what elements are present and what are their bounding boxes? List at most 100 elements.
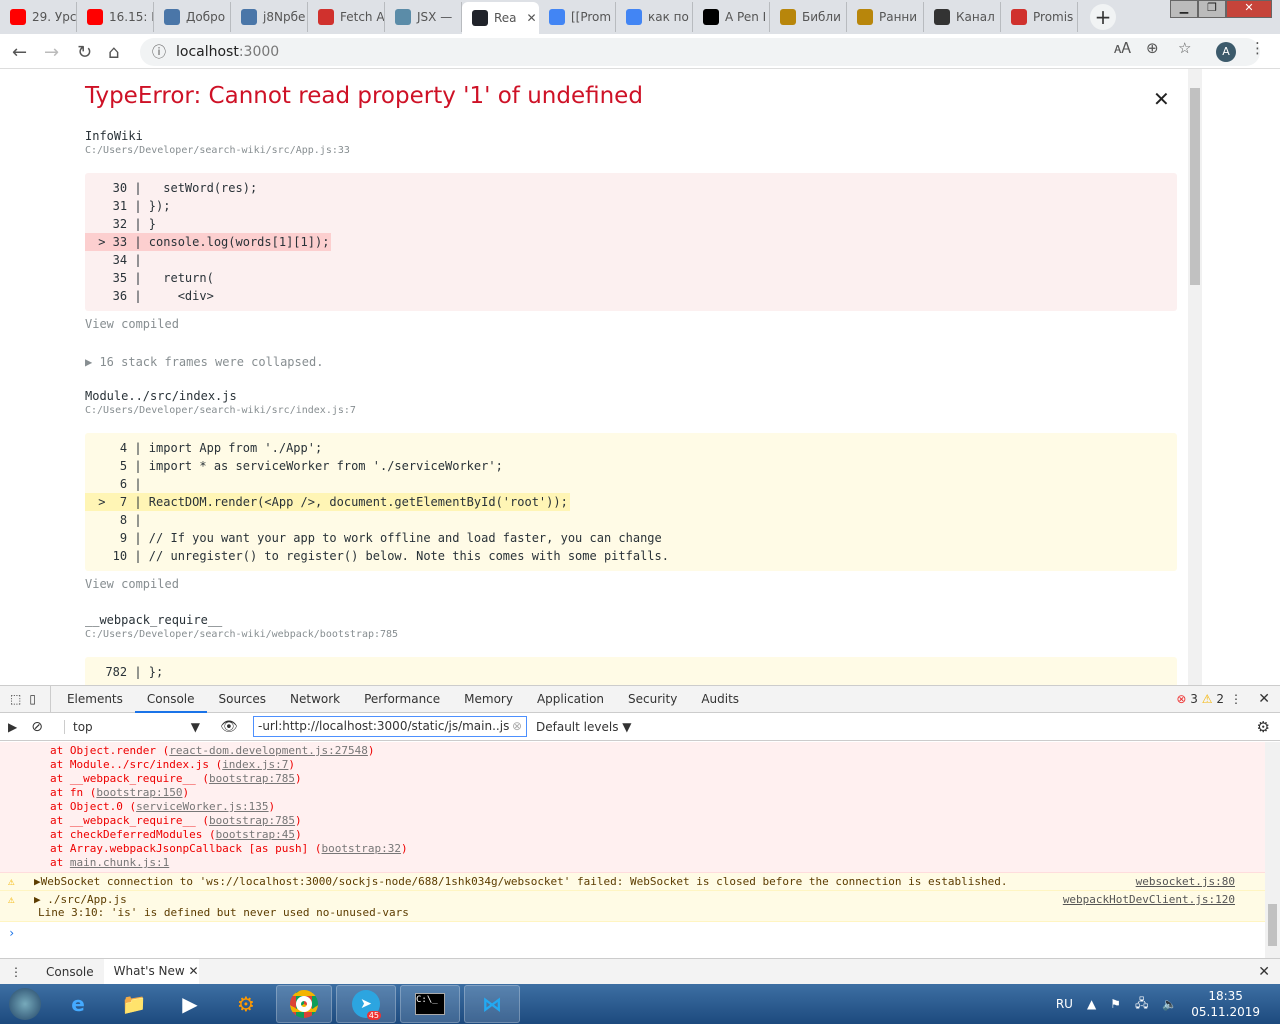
browser-tab[interactable]: A Pen I — [693, 2, 770, 32]
explorer-icon[interactable]: 📁 — [106, 985, 162, 1023]
browser-tab[interactable]: Rea ✕ — [462, 2, 539, 34]
start-button[interactable] — [0, 985, 50, 1023]
home-icon[interactable]: ⌂ — [108, 42, 119, 63]
browser-tab[interactable]: [[Prom — [539, 2, 616, 32]
context-select[interactable]: top ▼ — [64, 719, 204, 734]
bookmark-star-icon[interactable]: ☆ — [1178, 39, 1191, 57]
media-player-icon[interactable]: ▶ — [162, 985, 218, 1023]
warning-source-link[interactable]: webpackHotDevClient.js:120 — [1063, 893, 1235, 906]
issue-counts[interactable]: ⊗ 3 ⚠ 2 — [1176, 692, 1224, 706]
stack-source-link[interactable]: bootstrap:32 — [322, 842, 401, 855]
stack-source-link[interactable]: index.js:7 — [222, 758, 288, 771]
sidebar-toggle-icon[interactable]: ▶ — [8, 720, 17, 734]
terminal-icon[interactable]: C:\_ — [400, 985, 460, 1023]
zoom-icon[interactable]: ⊕ — [1146, 39, 1159, 57]
code-line: 31 | }); — [91, 199, 171, 213]
tab-title: Rea — [494, 11, 517, 25]
stack-source-link[interactable]: bootstrap:785 — [209, 814, 295, 827]
console-warning[interactable]: ⚠ ▶ ./src/App.js Line 3:10: 'is' is define… — [0, 891, 1265, 922]
frame-file-path[interactable]: C:/Users/Developer/search-wiki/webpack/b… — [85, 629, 398, 640]
reload-icon[interactable]: ↻ — [77, 42, 92, 63]
clear-console-icon[interactable]: ⊘ — [31, 719, 43, 735]
frame-file-path[interactable]: C:/Users/Developer/search-wiki/src/index… — [85, 405, 356, 416]
collapsed-frames-toggle[interactable]: ▶ 16 stack frames were collapsed. — [85, 355, 323, 369]
log-levels-dropdown[interactable]: Default levels ▼ — [536, 720, 632, 734]
devtools-menu-icon[interactable]: ⋮ — [1230, 692, 1242, 706]
chrome-icon[interactable] — [276, 985, 332, 1023]
device-toolbar-icon[interactable]: ▯ — [29, 692, 36, 706]
devtools-tab-network[interactable]: Network — [278, 686, 352, 713]
telegram-icon[interactable]: ➤ 45 — [336, 985, 396, 1023]
url-bar[interactable]: ⓘ localhost:3000 — [140, 38, 1260, 66]
clock-date: 05.11.2019 — [1191, 1005, 1260, 1019]
minimize-button[interactable]: ▁ — [1170, 0, 1198, 18]
language-indicator[interactable]: RU — [1056, 997, 1073, 1011]
inspect-icon[interactable]: ⬚ — [10, 692, 21, 706]
close-tab-icon[interactable]: ✕ — [527, 11, 537, 25]
devtools-tab-elements[interactable]: Elements — [55, 686, 135, 713]
tab-title: Promis — [1033, 10, 1074, 24]
browser-tab[interactable]: 16.15: I — [77, 2, 154, 32]
stack-source-link[interactable]: serviceWorker.js:135 — [136, 800, 268, 813]
stack-text: at Array.webpackJsonpCallback [as push] … — [50, 842, 322, 855]
profile-avatar[interactable]: A — [1216, 42, 1236, 62]
view-compiled-link[interactable]: View compiled — [85, 317, 179, 331]
drawer-tab-whats-new[interactable]: What's New ✕ — [103, 959, 199, 984]
network-icon[interactable]: 🖧 — [1135, 994, 1148, 1015]
console-prompt[interactable]: › — [0, 922, 1265, 944]
close-overlay-icon[interactable]: ✕ — [1153, 87, 1170, 111]
clock[interactable]: 18:35 05.11.2019 — [1191, 988, 1260, 1020]
devtools-tab-console[interactable]: Console — [134, 686, 207, 713]
frame-file-path[interactable]: C:/Users/Developer/search-wiki/src/App.j… — [85, 145, 350, 156]
browser-tab[interactable]: 29. Урс — [0, 2, 77, 32]
menu-icon[interactable]: ⋮ — [1250, 39, 1265, 57]
action-center-flag-icon[interactable]: ⚑ — [1110, 997, 1121, 1011]
vscode-icon[interactable]: ⋈ — [464, 985, 520, 1023]
back-icon[interactable]: ← — [12, 42, 27, 63]
stack-source-link[interactable]: bootstrap:45 — [216, 828, 295, 841]
translate-icon[interactable]: 🗚 — [1114, 39, 1131, 57]
browser-tab[interactable]: как по — [616, 2, 693, 32]
volume-icon[interactable]: 🔈 — [1162, 997, 1177, 1011]
view-compiled-link[interactable]: View compiled — [85, 577, 179, 591]
browser-tab[interactable]: Канал — [924, 2, 1001, 32]
devtools-tab-application[interactable]: Application — [525, 686, 616, 713]
browser-tab[interactable]: Добро — [154, 2, 231, 32]
browser-tab[interactable]: Библи — [770, 2, 847, 32]
settings-app-icon[interactable]: ⚙ — [218, 985, 274, 1023]
devtools-tab-performance[interactable]: Performance — [352, 686, 452, 713]
close-devtools-icon[interactable]: ✕ — [1258, 691, 1270, 707]
drawer-tab-console[interactable]: Console — [36, 965, 104, 979]
close-tab-icon[interactable]: ✕ — [189, 964, 199, 978]
devtools-tab-security[interactable]: Security — [616, 686, 689, 713]
stack-source-link[interactable]: react-dom.development.js:27548 — [169, 744, 368, 757]
stack-source-link[interactable]: bootstrap:785 — [209, 772, 295, 785]
forward-icon[interactable]: → — [44, 42, 59, 63]
drawer-menu-icon[interactable]: ⋮ — [10, 965, 22, 979]
stack-source-link[interactable]: main.chunk.js:1 — [70, 856, 169, 869]
maximize-button[interactable]: ❐ — [1198, 0, 1226, 18]
browser-tab[interactable]: j8Npбе — [231, 2, 308, 32]
devtools-tab-audits[interactable]: Audits — [689, 686, 751, 713]
devtools-tab-sources[interactable]: Sources — [207, 686, 278, 713]
browser-tab[interactable]: Promis — [1001, 2, 1078, 32]
close-window-button[interactable]: ✕ — [1226, 0, 1272, 18]
console-filter-input[interactable]: -url:http://localhost:3000/static/js/mai… — [253, 716, 527, 737]
devtools-tab-memory[interactable]: Memory — [452, 686, 525, 713]
console-warning[interactable]: ⚠ ▶WebSocket connection to 'ws://localhos… — [0, 873, 1265, 891]
console-scrollbar[interactable] — [1265, 742, 1280, 959]
page-scrollbar[interactable] — [1188, 69, 1202, 685]
clear-filter-icon[interactable]: ⊗ — [512, 717, 522, 736]
warning-source-link[interactable]: websocket.js:80 — [1136, 875, 1235, 888]
browser-tab[interactable]: JSX — — [385, 2, 462, 32]
live-expression-eye-icon[interactable]: 👁 — [220, 719, 238, 735]
info-icon[interactable]: ⓘ — [152, 42, 166, 62]
console-settings-gear-icon[interactable]: ⚙ — [1257, 718, 1270, 736]
close-drawer-icon[interactable]: ✕ — [1258, 964, 1270, 980]
browser-tab[interactable]: Fetch A — [308, 2, 385, 32]
stack-source-link[interactable]: bootstrap:150 — [96, 786, 182, 799]
new-tab-button[interactable]: + — [1090, 4, 1116, 30]
show-hidden-icons[interactable]: ▲ — [1087, 997, 1096, 1011]
browser-tab[interactable]: Ранни — [847, 2, 924, 32]
ie-icon[interactable]: e — [50, 985, 106, 1023]
